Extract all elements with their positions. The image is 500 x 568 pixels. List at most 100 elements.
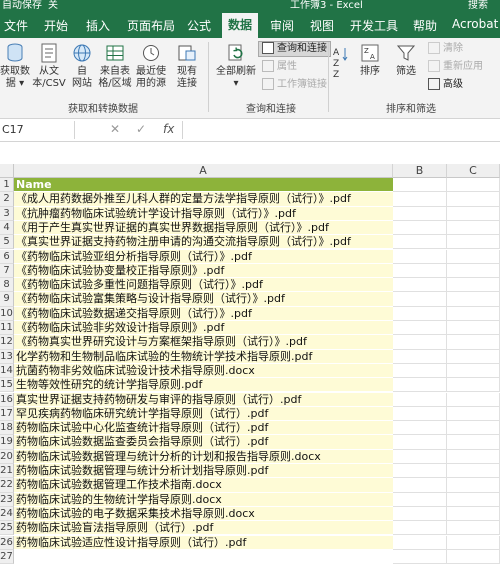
edit-links-button[interactable]: 工作簿链接 [262,78,327,92]
cell-c[interactable] [447,378,500,393]
cell-c[interactable] [447,406,500,422]
row-header[interactable]: 11 [0,321,14,336]
cell-c[interactable] [447,278,500,293]
tab-formulas[interactable]: 公式 [187,17,211,34]
row-header[interactable]: 25 [0,521,14,536]
cell-b[interactable] [393,349,447,364]
cell-c[interactable] [447,535,500,550]
row-header[interactable]: 23 [0,492,14,507]
row-header[interactable]: 7 [0,263,14,279]
cell-a[interactable]: 《真实世界证据支持药物注册申请的沟通交流指导原则（试行）》.pdf [14,235,393,250]
cell-c[interactable] [447,449,500,464]
tab-file[interactable]: 文件 [4,17,28,34]
cell-b[interactable] [393,478,447,493]
row-header[interactable]: 3 [0,206,14,221]
cell-a[interactable]: 药物临床试验的生物统计学指导原则.docx [14,492,393,507]
cell-b[interactable] [393,249,447,264]
cell-b[interactable] [393,335,447,350]
row-header[interactable]: 12 [0,335,14,350]
cell-c[interactable] [447,478,500,493]
cell-c[interactable] [447,349,500,364]
formula-input[interactable] [182,121,500,139]
from-web-button[interactable]: 自网站 [68,42,96,90]
cell-c[interactable] [447,306,500,321]
cell-b[interactable] [393,521,447,536]
queries-connections-button[interactable]: 查询和连接 [258,41,331,57]
recent-sources-button[interactable]: 最近使 用的源 [134,42,168,90]
cell-a[interactable]: 真实世界证据支持药物研发与审评的指导原则（试行）.pdf [14,392,393,407]
tab-view[interactable]: 视图 [310,17,334,34]
name-box[interactable]: C17 [0,121,75,139]
cell-c[interactable] [447,220,500,236]
cell-a[interactable]: 《药物临床试验非劣效设计指导原则》.pdf [14,321,393,336]
search-box[interactable]: 搜索 [468,0,488,10]
row-header[interactable]: 6 [0,249,14,264]
get-data-button[interactable]: 获取数据 ▾ [0,42,30,90]
row-header[interactable]: 4 [0,220,14,236]
cell-a[interactable]: 药物临床试验数据监查委员会指导原则（试行）.pdf [14,435,393,450]
cell-a[interactable]: 罕见疾病药物临床研究统计学指导原则（试行）.pdf [14,406,393,422]
cell-b[interactable] [393,549,447,565]
clear-filter-button[interactable]: 清除 [428,42,463,56]
cell-c[interactable] [447,492,500,507]
cell-b[interactable] [393,192,447,207]
cell-c[interactable] [447,392,500,407]
cell-b[interactable] [393,492,447,507]
cell-c[interactable] [447,506,500,522]
cell-a[interactable]: 《成人用药数据外推至儿科人群的定量方法学指导原则（试行）》.pdf [14,192,393,207]
cell-a[interactable]: 《药物临床试验亚组分析指导原则（试行）》.pdf [14,249,393,264]
insert-function-icon[interactable]: fx [163,122,174,136]
cell-c[interactable] [447,549,500,565]
cell-b[interactable] [393,535,447,550]
cell-c[interactable] [447,521,500,536]
cell-c[interactable] [447,192,500,207]
cell-c[interactable] [447,292,500,307]
cell-c[interactable] [447,421,500,436]
cell-b[interactable] [393,235,447,250]
cell-a[interactable]: 化学药物和生物制品临床试验的生物统计学技术指导原则.pdf [14,349,393,364]
cell-b[interactable] [393,220,447,236]
cell-c[interactable] [447,249,500,264]
cell-a[interactable]: 药物临床试验盲法指导原则（试行）.pdf [14,521,393,536]
cell-b[interactable] [393,406,447,422]
tab-page-layout[interactable]: 页面布局 [127,17,175,34]
row-header[interactable]: 21 [0,464,14,479]
cell-a[interactable]: 《药物临床试验多重性问题指导原则（试行）》.pdf [14,278,393,293]
row-header[interactable]: 26 [0,535,14,550]
enter-icon[interactable]: ✓ [136,122,146,136]
cell-a[interactable]: 《药物真实世界研究设计与方案框架指导原则（试行）》.pdf [14,335,393,350]
cell-a[interactable]: 药物临床试验数据管理与统计分析的计划和报告指导原则.docx [14,449,393,464]
tab-home[interactable]: 开始 [44,17,68,34]
cell-c[interactable] [447,464,500,479]
cell-c[interactable] [447,335,500,350]
row-header[interactable]: 14 [0,363,14,379]
cell-b[interactable] [393,178,447,193]
row-header[interactable]: 22 [0,478,14,493]
tab-data[interactable]: 数据 [222,13,259,38]
sort-az-button[interactable]: AZZ [332,44,350,88]
select-all-corner[interactable] [0,164,14,178]
cell-b[interactable] [393,392,447,407]
column-header-c[interactable]: C [447,164,500,178]
row-header[interactable]: 10 [0,306,14,321]
row-header[interactable]: 20 [0,449,14,464]
cell-a[interactable]: 药物临床试验中心化监查统计指导原则（试行）.pdf [14,421,393,436]
row-header[interactable]: 16 [0,392,14,407]
cell-b[interactable] [393,306,447,321]
advanced-filter-button[interactable]: 高级 [428,78,463,92]
tab-acrobat[interactable]: Acrobat [452,17,498,31]
sort-button[interactable]: ZA 排序 [356,42,384,78]
cell-b[interactable] [393,263,447,279]
column-header-b[interactable]: B [393,164,447,178]
from-text-csv-button[interactable]: 从文 本/CSV [32,42,66,90]
filter-button[interactable]: 筛选 [392,42,420,78]
row-header[interactable]: 24 [0,506,14,522]
cell-b[interactable] [393,206,447,221]
row-header[interactable]: 9 [0,292,14,307]
from-table-range-button[interactable]: 来自表 格/区域 [98,42,132,90]
row-header[interactable]: 17 [0,406,14,422]
cell-a[interactable]: 药物临床试验适应性设计指导原则（试行）.pdf [14,535,393,550]
cell-c[interactable] [447,206,500,221]
row-header[interactable]: 18 [0,421,14,436]
cell-b[interactable] [393,292,447,307]
